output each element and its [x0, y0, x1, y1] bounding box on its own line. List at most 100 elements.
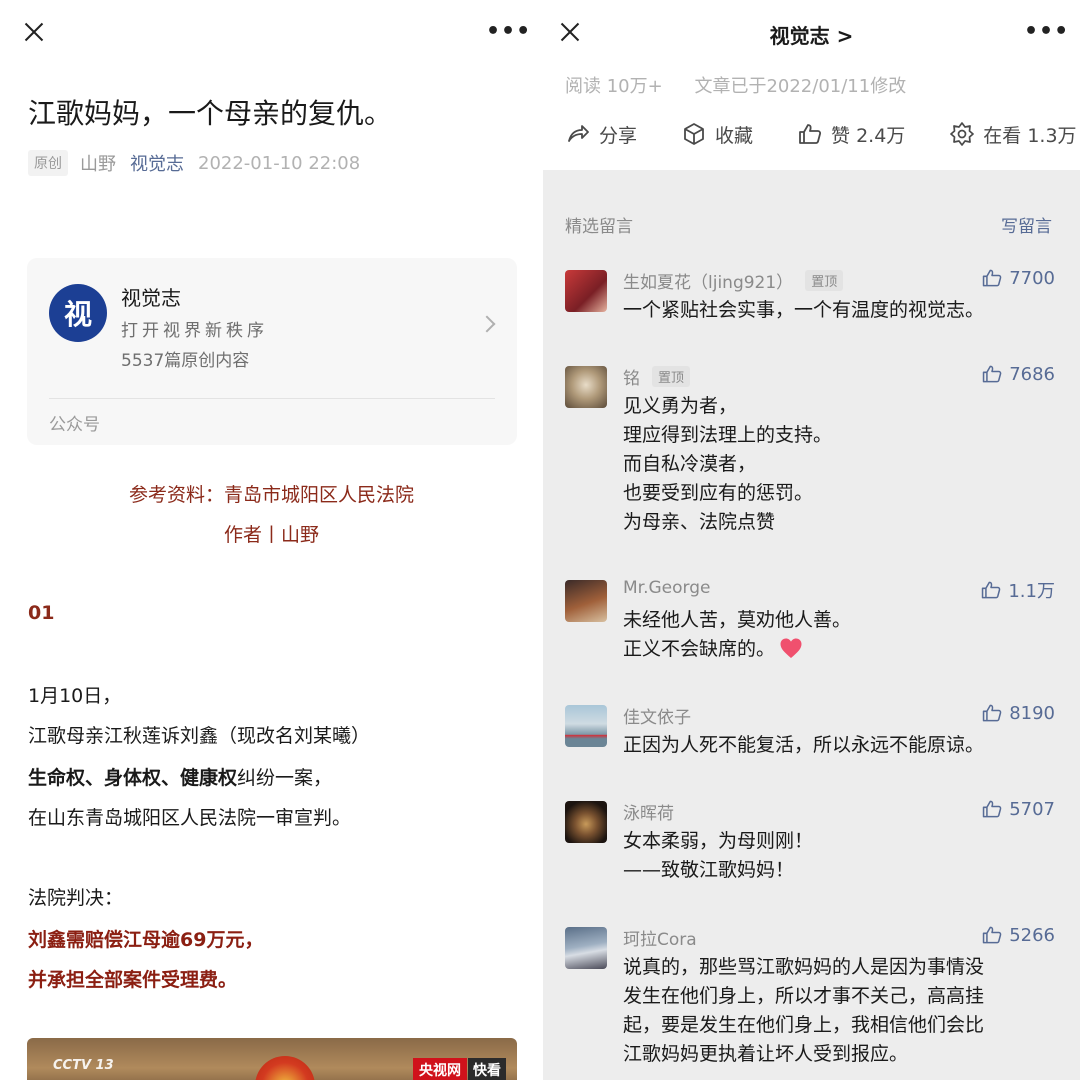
comment-line: 正因为人死不能复活，所以永远不能原谅。 [623, 734, 985, 756]
article-title: 江歌妈妈，一个母亲的复仇。 [28, 97, 393, 130]
read-stats: 阅读 10万+ 文章已于2022/01/11修改 [565, 72, 906, 98]
comment-author: 铭置顶 [623, 364, 691, 389]
modified-note: 文章已于2022/01/11修改 [694, 76, 907, 97]
reference-line: 参考资料：青岛市城阳区人民法院 [128, 484, 414, 506]
read-count: 阅读 10万+ [565, 76, 663, 97]
cctv-logo: CCTV 13 [53, 1058, 114, 1073]
comments-label: 精选留言 [565, 217, 633, 237]
like-button[interactable]: 赞 2.4万 [797, 121, 905, 148]
write-comment-link[interactable]: 写留言 [1001, 212, 1052, 237]
comment-author: 珂拉Cora [623, 925, 697, 950]
comment-like-count: 5266 [1009, 924, 1055, 946]
account-logo: 视 [49, 284, 107, 342]
divider [49, 398, 495, 399]
pinned-badge: 置顶 [652, 366, 691, 387]
collect-button[interactable]: 收藏 [681, 121, 753, 148]
comment-like-button[interactable]: 8190 [981, 702, 1055, 724]
avatar[interactable] [565, 705, 607, 747]
body-line: 1月10日， [28, 685, 122, 707]
thumbs-up-icon [799, 124, 822, 144]
verdict-line: 并承担全部案件受理费。 [28, 969, 238, 991]
like-label: 赞 2.4万 [831, 124, 906, 147]
account-slogan: 打开视界新秩序 [121, 321, 268, 341]
more-icon[interactable]: ••• [1024, 21, 1069, 43]
comment-text: 未经他人苦，莫劝他人善。 正义不会缺席的。 [623, 606, 1055, 664]
comment-line: 一个紧贴社会实事，一个有温度的视觉志。 [623, 299, 985, 321]
comment-like-count: 1.1万 [1008, 581, 1055, 602]
comments-panel: 视觉志 > ••• 阅读 10万+ 文章已于2022/01/11修改 分享 收藏… [543, 0, 1080, 1080]
account-article-count: 5537篇原创内容 [121, 351, 250, 371]
comment-author: 生如夏花（ljing921） 置顶 [623, 268, 844, 293]
national-emblem-image [255, 1056, 315, 1080]
article-panel: ••• 江歌妈妈，一个母亲的复仇。 原创 山野 视觉志 2022-01-10 2… [0, 0, 543, 1080]
comment-text: 一个紧贴社会实事，一个有温度的视觉志。 [623, 296, 1055, 325]
comment-author-name: 珂拉Cora [623, 930, 697, 950]
comment-line: 而自私冷漠者， [623, 453, 757, 475]
share-label: 分享 [599, 124, 638, 147]
avatar[interactable] [565, 801, 607, 843]
comment-line: 女本柔弱，为母则刚！ [623, 830, 814, 852]
body-line: 江歌母亲江秋莲诉刘鑫（现改名刘某曦） [28, 725, 371, 747]
avatar[interactable] [565, 366, 607, 408]
watching-label: 在看 1.3万 [983, 124, 1077, 147]
comment-like-button[interactable]: 5707 [981, 798, 1055, 820]
avatar[interactable] [565, 580, 607, 622]
body-line: 生命权、身体权、健康权纠纷一案， [28, 763, 332, 790]
publish-date: 2022-01-10 22:08 [198, 152, 361, 174]
avatar[interactable] [565, 270, 607, 312]
original-tag: 原创 [28, 150, 68, 176]
comment-line: 为母亲、法院点赞 [623, 511, 776, 533]
comment-author: 泳晖荷 [623, 799, 674, 824]
comment-like-button[interactable]: 5266 [981, 924, 1055, 946]
thumbs-up-icon [982, 365, 1002, 383]
avatar[interactable] [565, 927, 607, 969]
thumbs-up-icon [982, 581, 1001, 599]
author-name: 山野 [80, 154, 116, 175]
article-top-bar: ••• [0, 0, 543, 66]
body-bold-text: 生命权、身体权、健康权 [28, 767, 238, 789]
video-tag-badge: 快看 [468, 1058, 506, 1080]
account-card[interactable]: 视 视觉志 打开视界新秩序 5537篇原创内容 公众号 [27, 258, 517, 445]
account-title-link[interactable]: 视觉志 > [543, 20, 1080, 49]
comment-like-button[interactable]: 1.1万 [980, 577, 1055, 603]
comment-author-name: 佳文依子 [623, 708, 691, 728]
comment-author-name: Mr.George [623, 578, 711, 598]
watching-button[interactable]: 在看 1.3万 [949, 121, 1077, 148]
thumbs-up-icon [982, 269, 1002, 287]
comment-line: 见义勇为者， [623, 395, 738, 417]
comment-line: 正义不会缺席的。 [623, 635, 1055, 664]
comment-like-count: 7700 [1009, 267, 1055, 289]
article-meta: 原创 山野 视觉志 2022-01-10 22:08 [28, 150, 360, 176]
comment-author: Mr.George [623, 578, 710, 598]
comment-like-count: 5707 [1009, 798, 1055, 820]
comment-like-count: 8190 [1009, 702, 1055, 724]
body-line: 法院判决： [28, 887, 124, 909]
comment-text: 正因为人死不能复活，所以永远不能原谅。 [623, 731, 1055, 760]
heart-icon [780, 638, 802, 658]
thumbs-up-icon [982, 926, 1002, 944]
body-line: 在山东青岛城阳区人民法院一审宣判。 [28, 807, 352, 829]
account-link[interactable]: 视觉志 [130, 150, 184, 176]
share-button[interactable]: 分享 [565, 121, 637, 148]
verdict-line: 刘鑫需赔偿江母逾69万元， [28, 929, 264, 951]
thumbs-up-icon [982, 800, 1002, 818]
comment-like-button[interactable]: 7700 [981, 267, 1055, 289]
comments-header: 精选留言 写留言 [565, 212, 1052, 237]
comment-text: 女本柔弱，为母则刚！ ——致敬江歌妈妈！ [623, 827, 1055, 885]
comment-line: ——致敬江歌妈妈！ [623, 859, 795, 881]
close-icon[interactable] [22, 20, 46, 44]
comment-line: 理应得到法理上的支持。 [623, 424, 833, 446]
comment-line: 说真的，那些骂江歌妈妈的人是因为事情没 [623, 956, 985, 978]
comment-line: 未经他人苦，莫劝他人善。 [623, 609, 852, 631]
comment-author: 佳文依子 [623, 703, 691, 728]
comment-like-button[interactable]: 7686 [981, 363, 1055, 385]
comment-line: 起，要是发生在他们身上，我相信他们会比 [623, 1014, 985, 1036]
body-text: 纠纷一案， [237, 767, 333, 789]
video-thumbnail[interactable]: CCTV 13 央视网 快看 [27, 1038, 517, 1080]
author-line: 作者丨山野 [223, 524, 319, 546]
chevron-right-icon [478, 315, 496, 333]
comment-author-name: 铭 [623, 369, 640, 389]
article-footer-bar: 视觉志 > ••• 阅读 10万+ 文章已于2022/01/11修改 分享 收藏… [543, 0, 1080, 170]
more-icon[interactable]: ••• [486, 21, 531, 43]
video-source-badge: 央视网 [413, 1058, 467, 1080]
